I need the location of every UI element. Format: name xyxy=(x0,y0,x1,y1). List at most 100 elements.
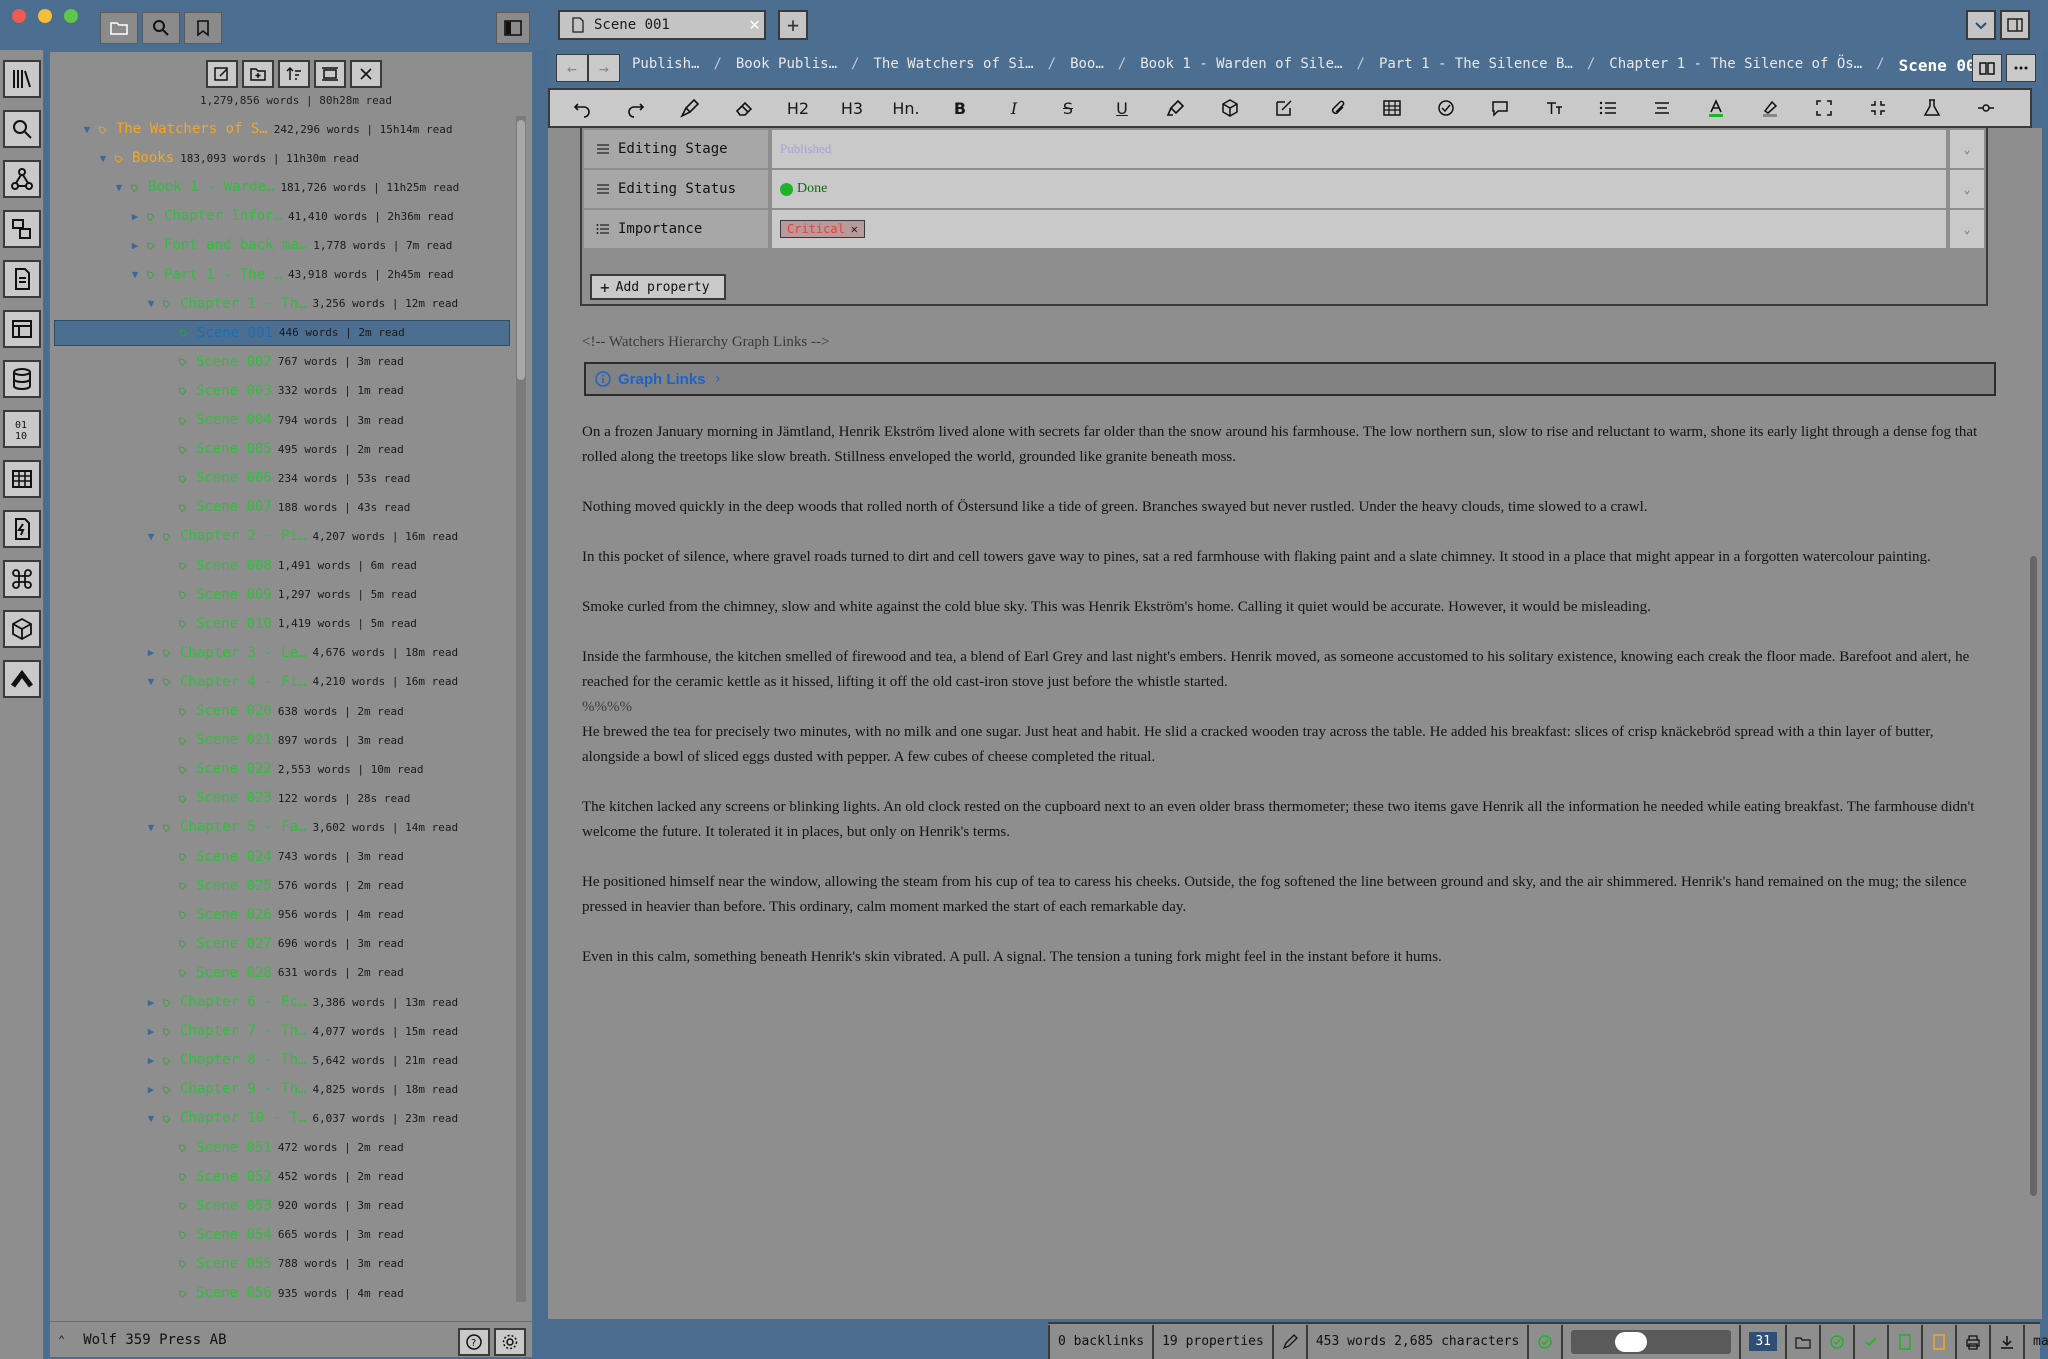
tree-folder[interactable]: ▼ ⌂ Chapter 10 - T… 6,037 words | 23m read xyxy=(54,1105,510,1131)
importance-pill[interactable]: Critical ✕ xyxy=(780,220,866,238)
comment-marker[interactable]: %%%% xyxy=(582,695,1994,720)
layout-button[interactable] xyxy=(3,310,41,348)
tree-folder[interactable]: ▼ ⌂ Book 1 - Warde… 181,726 words | 11h25m … xyxy=(54,174,510,200)
redo-button[interactable] xyxy=(618,94,654,122)
editor-scrollbar[interactable] xyxy=(2028,128,2038,1196)
properties-count[interactable]: 19 properties xyxy=(1152,1324,1272,1359)
chevron-down-icon[interactable]: ⌄ xyxy=(1950,210,1984,248)
print-button[interactable] xyxy=(1955,1324,1989,1359)
forward-button[interactable]: → xyxy=(588,54,620,82)
font-color-button[interactable] xyxy=(1698,94,1734,122)
backlinks-count[interactable]: 0 backlinks xyxy=(1048,1324,1152,1359)
add-property-button[interactable]: + Add property xyxy=(590,274,726,300)
tree-file[interactable]: ⌂ Scene 001 446 words | 2m read xyxy=(54,319,510,346)
collapse-button[interactable] xyxy=(1860,94,1896,122)
graph-view-button[interactable] xyxy=(3,160,41,198)
underline-button[interactable]: U xyxy=(1104,94,1140,122)
tree-file[interactable]: ⌂ Scene 051 472 words | 2m read xyxy=(54,1135,510,1161)
close-window-button[interactable] xyxy=(12,9,26,23)
tree-file[interactable]: ⌂ Scene 026 956 words | 4m read xyxy=(54,902,510,928)
tree-folder[interactable]: ▶ ⌂ Chapter 6 - Ec… 3,386 words | 13m read xyxy=(54,989,510,1015)
edit-button[interactable] xyxy=(1266,94,1302,122)
tree-folder[interactable]: ▼ ⌂ Chapter 1 - Th… 3,256 words | 12m read xyxy=(54,291,510,317)
edit-mode-button[interactable] xyxy=(1271,1324,1306,1359)
minimize-window-button[interactable] xyxy=(38,9,52,23)
tree-folder[interactable]: ▶ ⌂ Font and back ma… 1,778 words | 7m read xyxy=(54,232,510,258)
cube-button[interactable] xyxy=(3,610,41,648)
tree-file[interactable]: ⌂ Scene 002 767 words | 3m read xyxy=(54,349,510,375)
git-branch[interactable]: main xyxy=(2023,1324,2048,1359)
help-button[interactable]: ? xyxy=(458,1328,490,1356)
tree-file[interactable]: ⌂ Scene 006 234 words | 53s read xyxy=(54,465,510,491)
new-note-button[interactable] xyxy=(3,260,41,298)
check-status[interactable] xyxy=(1853,1324,1887,1359)
undo-button[interactable] xyxy=(564,94,600,122)
tree-file[interactable]: ⌂ Scene 027 696 words | 3m read xyxy=(54,931,510,957)
breadcrumb-item[interactable]: Boo… xyxy=(1070,56,1104,75)
property-key[interactable]: Editing Status xyxy=(584,170,768,208)
command-button[interactable] xyxy=(3,560,41,598)
tree-file[interactable]: ⌂ Scene 056 935 words | 4m read xyxy=(54,1280,510,1302)
book-status-green[interactable] xyxy=(1887,1324,1921,1359)
back-button[interactable]: ← xyxy=(556,54,588,82)
property-key[interactable]: Editing Stage xyxy=(584,130,768,168)
breadcrumb-item[interactable]: Part 1 - The Silence B… xyxy=(1379,56,1573,75)
tab-scene-001[interactable]: Scene 001 ✕ xyxy=(558,10,766,40)
paragraph[interactable]: In this pocket of silence, where gravel … xyxy=(582,545,1994,570)
auto-reveal-button[interactable] xyxy=(314,60,346,88)
lint-status[interactable] xyxy=(1819,1324,1853,1359)
paragraph[interactable]: Inside the farmhouse, the kitchen smelle… xyxy=(582,645,1994,695)
tree-folder[interactable]: ▼ ⌂ Books 183,093 words | 11h30m read xyxy=(54,145,510,171)
tree-folder[interactable]: ▼ ⌂ Part 1 - The … 43,918 words | 2h45m rea… xyxy=(54,262,510,288)
new-tab-button[interactable]: + xyxy=(778,10,808,40)
table-button[interactable] xyxy=(3,460,41,498)
tree-file[interactable]: ⌂ Scene 054 665 words | 3m read xyxy=(54,1222,510,1248)
explorer-scroll-thumb[interactable] xyxy=(517,120,525,380)
property-value[interactable]: Published xyxy=(772,130,1946,168)
tree-file[interactable]: ⌂ Scene 023 122 words | 28s read xyxy=(54,785,510,811)
collapse-all-button[interactable] xyxy=(350,60,382,88)
sync-status[interactable] xyxy=(1527,1324,1561,1359)
tree-folder[interactable]: ▶ ⌂ Chapter 7 - Th… 4,077 words | 15m read xyxy=(54,1018,510,1044)
library-button[interactable] xyxy=(3,60,41,98)
text-size-button[interactable] xyxy=(1536,94,1572,122)
tree-file[interactable]: ⌂ Scene 005 495 words | 2m read xyxy=(54,436,510,462)
search-view-button[interactable] xyxy=(142,12,180,44)
new-folder-button[interactable] xyxy=(242,60,274,88)
italic-button[interactable]: I xyxy=(996,94,1032,122)
sort-button[interactable] xyxy=(278,60,310,88)
explorer-scrollbar[interactable] xyxy=(516,116,526,1302)
fullscreen-button[interactable] xyxy=(1806,94,1842,122)
tree-file[interactable]: ⌂ Scene 009 1,297 words | 5m read xyxy=(54,582,510,608)
breadcrumb-item[interactable]: The Watchers of Si… xyxy=(873,56,1033,75)
insert-table-button[interactable] xyxy=(1374,94,1410,122)
database-button[interactable] xyxy=(3,360,41,398)
more-options-button[interactable] xyxy=(2006,54,2036,82)
tree-folder[interactable]: ▼ ⌂ Chapter 5 - Fa… 3,602 words | 14m read xyxy=(54,814,510,840)
heading-2-button[interactable]: H2 xyxy=(780,94,816,122)
tree-folder[interactable]: ▼ ⌂ The Watchers of S… 242,296 words | 15h1… xyxy=(54,116,510,142)
new-note-button[interactable] xyxy=(206,60,238,88)
tree-file[interactable]: ⌂ Scene 021 897 words | 3m read xyxy=(54,727,510,753)
paragraph[interactable]: Nothing moved quickly in the deep woods … xyxy=(582,495,1994,520)
attach-button[interactable] xyxy=(1320,94,1356,122)
mode-toggle[interactable] xyxy=(1571,1329,1732,1354)
tree-folder[interactable]: ▶ ⌂ Chapter 8 - Th… 5,642 words | 21m read xyxy=(54,1047,510,1073)
close-tab-icon[interactable]: ✕ xyxy=(749,14,760,35)
book-status-orange[interactable] xyxy=(1921,1324,1955,1359)
embed-button[interactable] xyxy=(1212,94,1248,122)
align-button[interactable] xyxy=(1644,94,1680,122)
graph-links-callout[interactable]: Graph Links › xyxy=(584,362,1996,396)
maximize-window-button[interactable] xyxy=(64,9,78,23)
vault-switch-icon[interactable]: ⌃ xyxy=(58,1333,65,1347)
property-value[interactable]: Critical ✕ xyxy=(772,210,1946,248)
tree-folder[interactable]: ▶ ⌂ Chapter 9 - Th… 4,825 words | 18m read xyxy=(54,1076,510,1102)
tree-file[interactable]: ⌂ Scene 028 631 words | 2m read xyxy=(54,960,510,986)
html-comment[interactable]: <!-- Watchers Hierarchy Graph Links --> xyxy=(582,334,1990,351)
tree-file[interactable]: ⌂ Scene 052 452 words | 2m read xyxy=(54,1164,510,1190)
heading-3-button[interactable]: H3 xyxy=(834,94,870,122)
tree-file[interactable]: ⌂ Scene 053 920 words | 3m read xyxy=(54,1193,510,1219)
tab-list-button[interactable] xyxy=(1966,10,1996,40)
tree-file[interactable]: ⌂ Scene 022 2,553 words | 10m read xyxy=(54,756,510,782)
folder-status[interactable] xyxy=(1785,1324,1819,1359)
